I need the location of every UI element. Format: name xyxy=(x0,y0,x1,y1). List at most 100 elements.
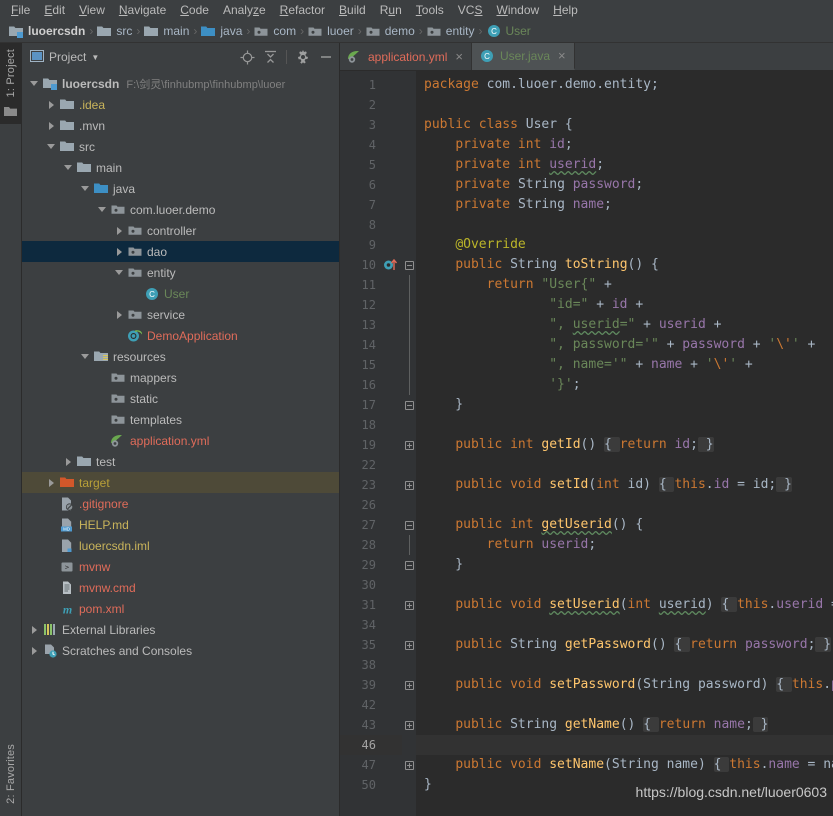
tree-node-templates[interactable]: templates xyxy=(22,409,339,430)
gutter-line[interactable]: 7 xyxy=(340,195,402,215)
code-line[interactable]: private String name; xyxy=(416,195,833,215)
chevron-right-icon[interactable] xyxy=(113,309,125,321)
gutter-line[interactable]: 27 xyxy=(340,515,402,535)
menu-item-navigate[interactable]: Navigate xyxy=(112,1,173,19)
code-line[interactable]: public class User { xyxy=(416,115,833,135)
tree-node-mvnw[interactable]: > mvnw xyxy=(22,556,339,577)
code-line[interactable]: private int userid; xyxy=(416,155,833,175)
gutter-line[interactable]: 30 xyxy=(340,575,402,595)
expand-fold-icon[interactable] xyxy=(404,600,414,610)
fold-marker-row[interactable] xyxy=(402,675,416,695)
code-line[interactable]: ", password='" + password + '\'' + xyxy=(416,335,833,355)
gutter-line[interactable]: 11 xyxy=(340,275,402,295)
tree-node-external-libraries[interactable]: External Libraries xyxy=(22,619,339,640)
code-line[interactable]: public String getPassword() { return pas… xyxy=(416,635,833,655)
code-line[interactable] xyxy=(416,695,833,715)
fold-marker-row[interactable] xyxy=(402,595,416,615)
gutter-line[interactable]: 12 xyxy=(340,295,402,315)
tree-node-user[interactable]: C User xyxy=(22,283,339,304)
code-line[interactable]: } xyxy=(416,555,833,575)
tree-node-service[interactable]: service xyxy=(22,304,339,325)
code-line[interactable]: return userid; xyxy=(416,535,833,555)
chevron-right-icon[interactable] xyxy=(45,120,57,132)
chevron-down-icon[interactable] xyxy=(113,267,125,279)
project-panel-title[interactable]: Project ▼ xyxy=(30,49,99,65)
chevron-down-icon[interactable] xyxy=(79,183,91,195)
menu-item-window[interactable]: Window xyxy=(489,1,546,19)
menu-item-tools[interactable]: Tools xyxy=(409,1,451,19)
gutter-line[interactable]: 6 xyxy=(340,175,402,195)
gutter-line[interactable]: 29 xyxy=(340,555,402,575)
tree-node-gitignore[interactable]: .gitignore xyxy=(22,493,339,514)
expand-fold-icon[interactable] xyxy=(404,760,414,770)
fold-marker-row[interactable] xyxy=(402,635,416,655)
chevron-right-icon[interactable] xyxy=(28,624,40,636)
expand-fold-icon[interactable] xyxy=(404,480,414,490)
code-line[interactable] xyxy=(416,95,833,115)
fold-marker-row[interactable] xyxy=(402,255,416,275)
fold-marker-row[interactable] xyxy=(402,715,416,735)
tree-node-main[interactable]: main xyxy=(22,157,339,178)
stripe-button-project[interactable]: 1: Project xyxy=(2,43,20,103)
chevron-right-icon[interactable] xyxy=(113,225,125,237)
tree-node-resources[interactable]: resources xyxy=(22,346,339,367)
breadcrumb-item-src[interactable]: src xyxy=(94,22,135,40)
gutter-line[interactable]: 31 xyxy=(340,595,402,615)
collapse-fold-icon[interactable] xyxy=(404,520,414,530)
gutter-line[interactable]: 22 xyxy=(340,455,402,475)
fold-marker-row[interactable] xyxy=(402,515,416,535)
code-line[interactable]: private String password; xyxy=(416,175,833,195)
tree-node-help-md[interactable]: MD HELP.md xyxy=(22,514,339,535)
code-line[interactable] xyxy=(416,655,833,675)
code-line[interactable]: public void setName(String name) { this.… xyxy=(416,755,833,775)
gutter-line[interactable]: 17 xyxy=(340,395,402,415)
tree-node-pom-xml[interactable]: m pom.xml xyxy=(22,598,339,619)
code-line[interactable] xyxy=(416,735,833,755)
override-method-icon[interactable] xyxy=(380,257,402,273)
gutter-line[interactable]: 18 xyxy=(340,415,402,435)
menu-item-view[interactable]: View xyxy=(72,1,112,19)
breadcrumb-item-main[interactable]: main xyxy=(141,22,192,40)
fold-marker-row[interactable] xyxy=(402,435,416,455)
tree-node-idea[interactable]: .idea xyxy=(22,94,339,115)
menu-item-build[interactable]: Build xyxy=(332,1,373,19)
settings-gear-icon[interactable] xyxy=(296,50,310,64)
editor-tab-application-yml[interactable]: application.yml × xyxy=(340,43,472,70)
code-line[interactable]: '}'; xyxy=(416,375,833,395)
code-line[interactable]: public String toString() { xyxy=(416,255,833,275)
tree-node-demoapplication[interactable]: DemoApplication xyxy=(22,325,339,346)
gutter-line[interactable]: 43 xyxy=(340,715,402,735)
chevron-down-icon[interactable] xyxy=(96,204,108,216)
gutter-line[interactable]: 47 xyxy=(340,755,402,775)
collapse-fold-icon[interactable] xyxy=(404,260,414,270)
fold-marker-row[interactable] xyxy=(402,475,416,495)
editor-gutter[interactable]: 1 2 3 4 5 6 7 8 9 10 11 12 13 14 15 16 17 18 19 22 23 26 27 28 2… xyxy=(340,71,402,816)
chevron-down-icon[interactable] xyxy=(45,141,57,153)
gutter-line[interactable]: 5 xyxy=(340,155,402,175)
locate-icon[interactable] xyxy=(240,50,255,65)
gutter-line[interactable]: 15 xyxy=(340,355,402,375)
stripe-button-favorites[interactable]: 2: Favorites xyxy=(2,738,20,810)
code-line[interactable]: } xyxy=(416,775,833,795)
tree-node-src[interactable]: src xyxy=(22,136,339,157)
collapse-all-icon[interactable] xyxy=(264,50,277,64)
tree-node-mvnw-cmd[interactable]: mvnw.cmd xyxy=(22,577,339,598)
tree-node-static[interactable]: static xyxy=(22,388,339,409)
close-icon[interactable]: × xyxy=(455,50,463,63)
gutter-line[interactable]: 38 xyxy=(340,655,402,675)
code-line[interactable] xyxy=(416,455,833,475)
gutter-line[interactable]: 13 xyxy=(340,315,402,335)
gutter-line[interactable]: 42 xyxy=(340,695,402,715)
tree-node-scratches-and-consoles[interactable]: Scratches and Consoles xyxy=(22,640,339,661)
gutter-line[interactable]: 14 xyxy=(340,335,402,355)
breadcrumb-item-com[interactable]: com xyxy=(251,22,299,40)
chevron-right-icon[interactable] xyxy=(113,246,125,258)
code-line[interactable]: ", name='" + name + '\'' + xyxy=(416,355,833,375)
tree-node-controller[interactable]: controller xyxy=(22,220,339,241)
breadcrumb-item-user[interactable]: C User xyxy=(483,22,533,40)
code-folding-strip[interactable] xyxy=(402,71,416,816)
tree-node-com-luoer-demo[interactable]: com.luoer.demo xyxy=(22,199,339,220)
breadcrumb-item-luoercsdn[interactable]: luoercsdn xyxy=(6,22,88,40)
gutter-line[interactable]: 50 xyxy=(340,775,402,795)
gutter-line[interactable]: 34 xyxy=(340,615,402,635)
